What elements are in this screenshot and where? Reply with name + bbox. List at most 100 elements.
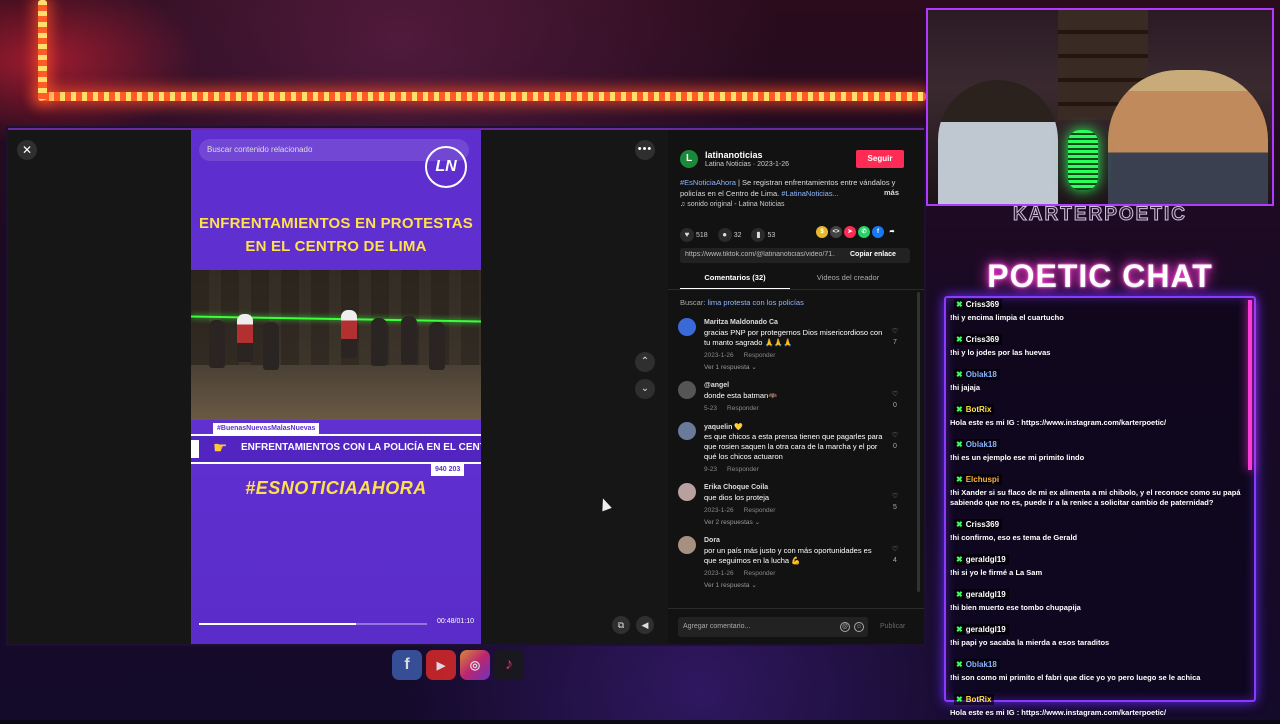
copy-link-button[interactable]: Copiar enlace (850, 251, 896, 258)
reply-button[interactable]: Responder (727, 466, 759, 473)
chat-text: !hi y lo jodes por las huevas (950, 348, 1051, 357)
video-time: 00:48/01:10 (437, 618, 474, 625)
commenter-avatar[interactable] (678, 318, 696, 336)
mention-icon[interactable]: @ (840, 622, 850, 632)
figure (237, 314, 253, 362)
person-left (938, 80, 1058, 204)
search-query[interactable]: lima protesta con los policías (708, 298, 804, 307)
comment-meta: 5-23 Responder (704, 405, 914, 412)
streamer-brand: KARTERPOETIC (1013, 204, 1187, 226)
hashtag-link[interactable]: #LatinaNoticias... (781, 189, 839, 198)
chat-title: POETIC CHAT (987, 258, 1213, 294)
comment-like[interactable]: ♡ 0 (890, 389, 900, 411)
video-pane: ✕ Buscar contenido relacionado LN ENFREN… (8, 130, 668, 644)
comments-list: Maritza Maldonado Ca gracias PNP por pro… (678, 318, 914, 599)
heart-outline-icon: ♡ (891, 493, 899, 500)
pointing-hand-icon: ☛ (213, 440, 228, 457)
embed-icon[interactable]: <> (830, 226, 842, 238)
progress-bar[interactable] (199, 623, 427, 625)
commenter-name[interactable]: yaquelin 💛 (704, 423, 743, 431)
save-stat[interactable]: ▮ 53 (751, 228, 775, 242)
comment-meta: 2023-1-26 Responder (704, 507, 914, 514)
chat-message: ✖ geraldgl19 !hi si yo le firmé a La Sam (950, 549, 1250, 578)
chat-username-text: Elchuspi (965, 475, 1000, 484)
sound-link[interactable]: ♫ sonido original - Latina Noticias (680, 201, 784, 208)
social-icons: f ▶ ◎ ♪ (392, 650, 524, 680)
comment-like-count: 5 (893, 504, 897, 511)
bookmark-icon: ▮ (751, 228, 766, 242)
comment-date: 5-23 (704, 405, 718, 412)
author-name[interactable]: latinanoticias (705, 150, 763, 160)
like-stat[interactable]: ♥ 518 (680, 228, 708, 242)
comment-like[interactable]: ♡ 7 (890, 326, 900, 348)
tiktok-icon: ♪ (494, 650, 524, 680)
tab-creator-videos[interactable]: Videos del creador (793, 273, 903, 282)
video-player[interactable]: Buscar contenido relacionado LN ENFRENTA… (191, 130, 481, 644)
more-options-button[interactable]: ••• (635, 140, 655, 160)
close-button[interactable]: ✕ (17, 140, 37, 160)
whatsapp-icon[interactable]: ✆ (858, 226, 870, 238)
comment-like[interactable]: ♡ 4 (890, 544, 900, 566)
next-video-button[interactable]: ⌄ (635, 379, 655, 399)
chat-username: ✖ Oblak18 (954, 439, 1000, 450)
commenter-name[interactable]: @angel (704, 382, 729, 389)
stats-row: ♥ 518 ● 32 ▮ 53 (680, 228, 775, 242)
related-search[interactable]: Buscar: lima protesta con los policías (680, 298, 804, 307)
publish-button[interactable]: Publicar (880, 623, 905, 630)
previous-video-button[interactable]: ⌃ (635, 352, 655, 372)
author-subtitle: Latina Noticias · 2023-1-26 (705, 161, 790, 168)
send-icon[interactable]: ➤ (844, 226, 856, 238)
hashtag-link[interactable]: #EsNoticiaAhora (680, 178, 736, 187)
reply-button[interactable]: Responder (744, 570, 776, 577)
comment-like[interactable]: ♡ 0 (890, 430, 900, 452)
latina-logo: LN (425, 146, 467, 188)
details-pane: L latinanoticias Latina Noticias · 2023-… (668, 130, 924, 644)
author-avatar[interactable]: L (680, 150, 698, 168)
chat-message: ✖ Elchuspi !hi Xander si su flaco de mi ex… (950, 469, 1250, 508)
commenter-avatar[interactable] (678, 536, 696, 554)
headline-line-1: ENFRENTAMIENTOS EN PROTESTAS (199, 215, 473, 232)
commenter-avatar[interactable] (678, 422, 696, 440)
commenter-name[interactable]: Maritza Maldonado Ca (704, 319, 778, 326)
pip-button[interactable]: ⧉ (612, 616, 630, 634)
chat-text: !hi si yo le firmé a La Sam (950, 568, 1043, 577)
chat-message: ✖ Criss369 !hi y encima limpia el cuartuch… (950, 294, 1250, 323)
comment-like[interactable]: ♡ 5 (890, 491, 900, 513)
view-replies[interactable]: Ver 1 respuesta ⌄ (704, 581, 914, 589)
tab-comments[interactable]: Comentarios (32) (680, 273, 790, 289)
emoji-icon[interactable]: ☺ (854, 622, 864, 632)
comment-date: 9-23 (704, 466, 718, 473)
chat-username: ✖ geraldgl19 (954, 554, 1009, 565)
headline-line-2: EN EL CENTRO DE LIMA (245, 238, 427, 255)
view-replies[interactable]: Ver 2 respuestas ⌄ (704, 518, 914, 526)
webcam-feed (926, 8, 1274, 206)
chat-username: ✖ Criss369 (954, 519, 1003, 530)
commenter-name[interactable]: Erika Choque Coila (704, 484, 768, 491)
coin-icon[interactable]: $ (816, 226, 828, 238)
comments-scrollbar[interactable] (917, 292, 920, 592)
comment-icon: ● (717, 228, 732, 242)
reply-button[interactable]: Responder (744, 507, 776, 514)
commenter-name[interactable]: Dora (704, 537, 720, 544)
volume-button[interactable]: ◀ (636, 616, 654, 634)
figure (341, 310, 357, 358)
tabs-divider (668, 289, 924, 290)
comment-meta: 2023-1-26 Responder (704, 570, 914, 577)
follow-button[interactable]: Seguir (856, 150, 904, 168)
commenter-avatar[interactable] (678, 381, 696, 399)
commenter-avatar[interactable] (678, 483, 696, 501)
facebook-share-icon[interactable]: f (872, 226, 884, 238)
comment-meta: 9-23 Responder (704, 466, 914, 473)
reply-button[interactable]: Responder (727, 405, 759, 412)
video-hashtag: #ESNOTICIAAHORA (245, 478, 427, 498)
figure (371, 318, 387, 366)
comment-like-count: 0 (893, 443, 897, 450)
view-replies[interactable]: Ver 1 respuesta ⌄ (704, 363, 914, 371)
comment-date: 2023-1-26 (704, 570, 734, 577)
chat-username-text: geraldgl19 (965, 590, 1006, 599)
comment-stat[interactable]: ● 32 (717, 228, 741, 242)
reply-button[interactable]: Responder (744, 352, 776, 359)
share-arrow-icon[interactable]: ➦ (886, 226, 898, 238)
more-link[interactable]: más (884, 188, 899, 197)
tiktok-window: ✕ Buscar contenido relacionado LN ENFREN… (8, 128, 924, 644)
